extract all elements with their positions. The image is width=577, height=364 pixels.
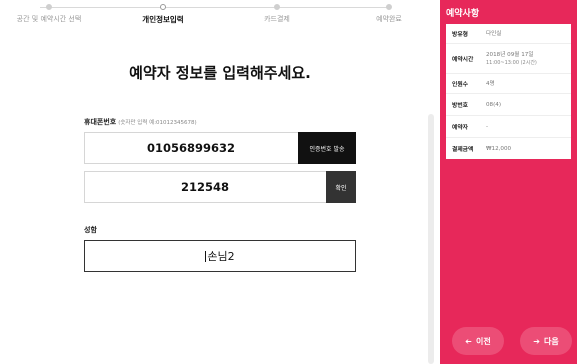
arrow-left-icon: ➔: [465, 336, 472, 346]
scrollbar[interactable]: [428, 114, 434, 364]
step-dot: [46, 4, 52, 10]
step-card-payment: 카드결제: [222, 2, 332, 24]
summary-key: 예약시간: [452, 57, 474, 63]
prev-label: 이전: [475, 336, 491, 346]
phone-value: 01056899632: [146, 141, 236, 155]
step-dot: [274, 4, 280, 10]
step-label: 예약완료: [376, 15, 402, 23]
summary-row-people: 인원수 4명: [446, 74, 571, 94]
phone-hint: (숫자만 입력 예:01012345678): [118, 120, 197, 126]
step-dot: [160, 4, 166, 10]
step-space-time: 공간 및 예약시간 선택: [0, 2, 104, 24]
summary-row-booker: 예약자 -: [446, 116, 571, 138]
next-button[interactable]: ➔ 다음: [520, 327, 572, 355]
send-code-button[interactable]: 인증번호 발송: [298, 132, 356, 164]
step-complete: 예약완료: [334, 2, 444, 24]
verification-code-input[interactable]: 212548 확인: [84, 171, 356, 203]
summary-value-sub: 11:00~13:00 (2시간): [486, 59, 537, 66]
name-label: 성함: [84, 226, 97, 234]
phone-label: 휴대폰번호 (숫자만 입력 예:01012345678): [84, 117, 197, 127]
name-input[interactable]: 손님2: [84, 240, 356, 272]
step-label: 카드결제: [264, 15, 290, 23]
code-value: 212548: [180, 180, 229, 194]
summary-key: 인원수: [452, 82, 468, 88]
summary-value: 2018년 09월 17일: [486, 51, 534, 58]
step-personal-info: 개인정보입력: [108, 2, 218, 25]
summary-key: 방유형: [452, 32, 468, 38]
summary-key: 예약자: [452, 125, 468, 131]
reservation-summary: 방유형 다인실 예약시간 2018년 09월 17일 11:00~13:00 (…: [446, 24, 571, 159]
summary-value-wrap: 2018년 09월 17일 11:00~13:00 (2시간): [486, 51, 537, 67]
next-label: 다음: [543, 336, 559, 346]
summary-value: 다인실: [486, 30, 502, 37]
summary-value: -: [486, 123, 489, 130]
phone-label-text: 휴대폰번호: [84, 118, 117, 126]
summary-value: 08(4): [486, 101, 502, 108]
arrow-right-icon: ➔: [533, 336, 540, 346]
summary-key: 방번호: [452, 103, 468, 109]
summary-value: ₩12,000: [486, 145, 512, 152]
summary-value: 4명: [486, 80, 495, 87]
phone-input[interactable]: 01056899632 인증번호 발송: [84, 132, 356, 164]
progress-steps: 공간 및 예약시간 선택 개인정보입력 카드결제 예약완료: [0, 0, 440, 30]
sidebar-title: 예약사항: [446, 9, 480, 19]
step-label: 공간 및 예약시간 선택: [16, 15, 82, 23]
step-label: 개인정보입력: [142, 15, 184, 24]
confirm-button[interactable]: 확인: [326, 171, 356, 203]
name-value-wrap: 손님2: [85, 241, 355, 271]
summary-row-amount: 결제금액 ₩12,000: [446, 138, 571, 159]
page-title: 예약자 정보를 입력해주세요.: [129, 64, 311, 82]
summary-key: 결제금액: [452, 147, 474, 153]
name-value: 손님2: [207, 250, 235, 263]
step-dot: [386, 4, 392, 10]
text-caret: [205, 250, 207, 262]
prev-button[interactable]: ➔ 이전: [452, 327, 504, 355]
summary-row-room-type: 방유형 다인실: [446, 24, 571, 44]
summary-row-room-number: 방번호 08(4): [446, 94, 571, 116]
summary-row-time: 예약시간 2018년 09월 17일 11:00~13:00 (2시간): [446, 44, 571, 74]
reservation-sidebar: 예약사항 방유형 다인실 예약시간 2018년 09월 17일 11:00~13…: [440, 0, 577, 364]
